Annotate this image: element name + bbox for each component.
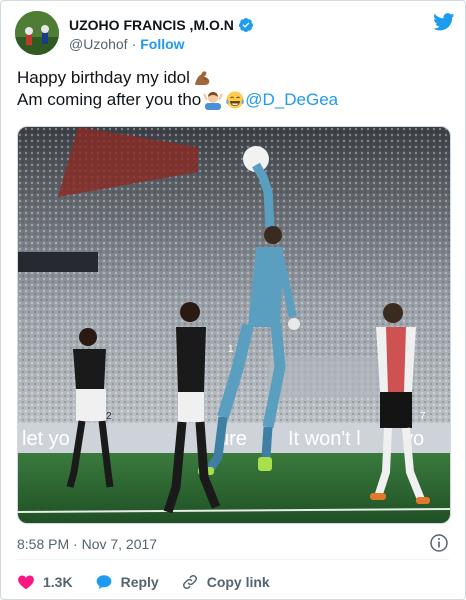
follow-button[interactable]: Follow	[140, 36, 184, 52]
divider	[17, 559, 449, 560]
tweet-line-1-text: Happy birthday my idol	[17, 68, 190, 87]
copy-link-label: Copy link	[206, 574, 270, 590]
player-right-number: 7	[420, 411, 426, 422]
tweet-timestamp[interactable]: 8:58 PM · Nov 7, 2017	[17, 536, 157, 552]
like-count: 1.3K	[43, 574, 73, 590]
twitter-bird-icon[interactable]	[433, 13, 455, 31]
tweet-line-2: Am coming after you tho @D_DeGea	[17, 89, 457, 111]
display-name[interactable]: UZOHO FRANCIS ,M.O.N	[69, 17, 234, 33]
flexed-biceps-icon	[194, 71, 210, 85]
separator-dot: ·	[131, 36, 137, 52]
info-icon[interactable]	[429, 533, 449, 553]
avatar[interactable]	[15, 11, 59, 55]
mention-link[interactable]: @D_DeGea	[245, 89, 338, 111]
banner-text-left: let yo	[22, 428, 70, 450]
tweet-text: Happy birthday my idol Am coming after y…	[17, 67, 457, 111]
goalkeeper-number: 1	[228, 344, 234, 355]
tweet-header: UZOHO FRANCIS ,M.O.N @Uzohof · Follow	[15, 11, 455, 57]
reply-label: Reply	[120, 574, 159, 590]
tweet-media-image[interactable]: let yo ure It won't l yo 1 2 7	[17, 126, 451, 524]
face-with-tears-of-joy-icon	[226, 91, 245, 109]
tweet-actions: 1.3K Reply Copy link	[17, 571, 292, 593]
user-handle[interactable]: @Uzohof	[69, 36, 128, 52]
copy-link-button[interactable]: Copy link	[181, 573, 270, 591]
verified-badge-icon	[238, 18, 253, 32]
tweet-line-1: Happy birthday my idol	[17, 67, 457, 89]
football-photo: let yo ure It won't l yo 1 2 7	[18, 127, 450, 523]
tweet-line-2-text: Am coming after you tho	[17, 90, 202, 109]
banner-text-right: It won't l	[288, 428, 361, 450]
link-chain-icon	[182, 574, 197, 590]
reply-bubble-icon	[96, 575, 111, 590]
like-button[interactable]: 1.3K	[17, 573, 73, 591]
player-left-number: 2	[106, 411, 112, 422]
man-gesturing-ok-icon	[203, 92, 224, 110]
heart-icon	[18, 575, 34, 590]
reply-button[interactable]: Reply	[95, 573, 159, 591]
tweet-card: UZOHO FRANCIS ,M.O.N @Uzohof · Follow Ha…	[0, 0, 466, 600]
